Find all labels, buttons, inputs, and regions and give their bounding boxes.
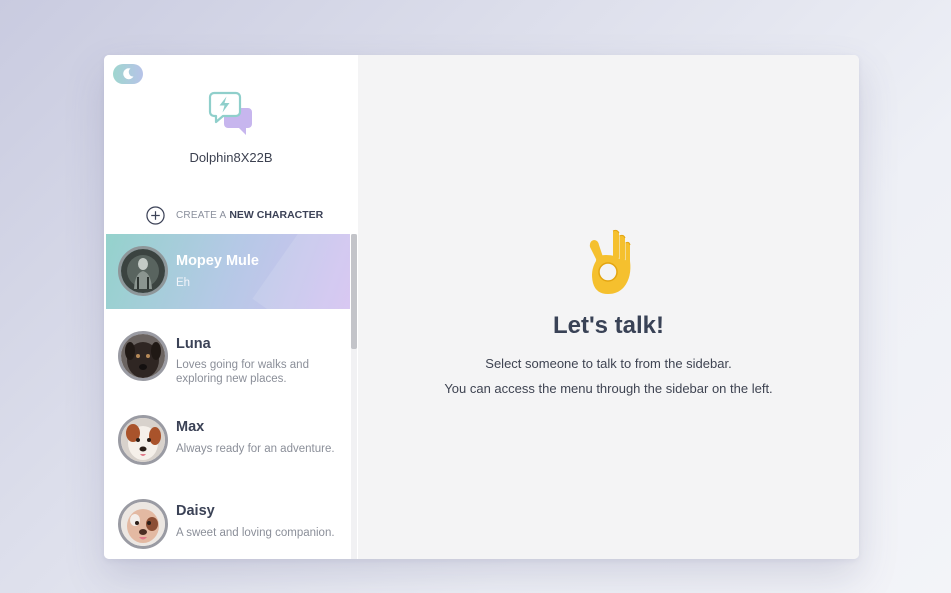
- character-description: Eh: [176, 277, 191, 289]
- character-item-luna[interactable]: Luna Loves going for walks and exploring…: [106, 321, 350, 396]
- character-item-daisy[interactable]: Daisy A sweet and loving companion.: [106, 489, 350, 559]
- scrollbar-thumb[interactable]: [351, 234, 357, 349]
- character-item-mopey-mule[interactable]: Mopey Mule Eh: [106, 234, 350, 309]
- main-instruction-line-2: You can access the menu through the side…: [444, 381, 773, 396]
- chat-bubbles-bolt-icon: [208, 91, 254, 142]
- character-name: Luna: [176, 336, 211, 352]
- character-description: Loves going for walks and exploring new …: [176, 359, 309, 385]
- character-name: Daisy: [176, 503, 215, 519]
- main-instruction-line-1: Select someone to talk to from the sideb…: [485, 356, 732, 371]
- app-window: Dolphin8X22B CREATE A NEW CHARACTER Mope…: [104, 55, 859, 559]
- character-description: A sweet and loving companion.: [176, 527, 335, 539]
- create-label-text: NEW CHARACTER: [229, 209, 324, 221]
- character-list: Mopey Mule Eh Luna Loves going for walks…: [106, 234, 350, 559]
- theme-toggle[interactable]: [113, 64, 143, 84]
- sidebar: Dolphin8X22B CREATE A NEW CHARACTER Mope…: [104, 55, 358, 559]
- character-name: Max: [176, 419, 205, 435]
- moon-icon: [123, 68, 134, 80]
- create-character-button[interactable]: CREATE A NEW CHARACTER: [146, 204, 323, 226]
- ok-hand-icon: [586, 227, 632, 302]
- character-name: Mopey Mule: [176, 253, 259, 269]
- username: Dolphin8X22B: [189, 150, 273, 165]
- max-avatar: [118, 415, 168, 465]
- luna-avatar: [118, 331, 168, 381]
- main-panel: Let's talk! Select someone to talk to fr…: [358, 55, 859, 559]
- character-item-max[interactable]: Max Always ready for an adventure.: [106, 405, 350, 480]
- create-prefix-text: CREATE A: [176, 209, 227, 221]
- character-description: Always ready for an adventure.: [176, 443, 335, 455]
- mopey-mule-avatar: [118, 246, 168, 296]
- plus-circle-icon: [146, 205, 165, 225]
- daisy-avatar: [118, 499, 168, 549]
- main-title: Let's talk!: [552, 312, 665, 339]
- sidebar-scrollbar[interactable]: [351, 234, 357, 559]
